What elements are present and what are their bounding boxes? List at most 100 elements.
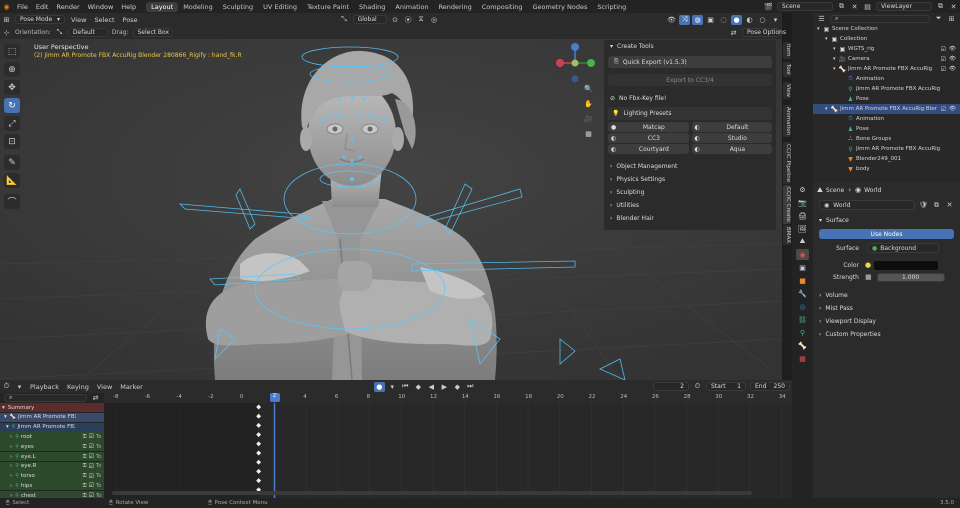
surface-shader-dropdown[interactable]: ● Background <box>867 243 939 253</box>
object-props-icon[interactable]: ■ <box>796 275 809 286</box>
menu-file[interactable]: File <box>13 3 32 11</box>
xray-toggle-icon[interactable]: ▣ <box>705 15 716 25</box>
viewport-menu-view[interactable]: View <box>67 16 90 24</box>
mode-selector[interactable]: Pose Mode ▾ <box>15 15 65 24</box>
view-layer-add-icon[interactable]: ⧉ <box>935 2 946 12</box>
tab-cc-create[interactable]: CC/iC Create <box>783 185 791 224</box>
disclosure-icon[interactable]: › <box>10 473 12 479</box>
scrollbar-thumb[interactable] <box>112 491 752 495</box>
play-icon[interactable]: ▶ <box>439 382 450 392</box>
outliner-row[interactable]: ⚲ Jimm AR Promote FBX AccuRig <box>813 144 960 154</box>
channel-checkbox[interactable]: ☑ <box>89 433 94 440</box>
timeline-editor-icon[interactable]: ⏱ <box>1 382 12 392</box>
menu-help[interactable]: Help <box>117 3 140 11</box>
exclude-checkbox[interactable]: ☑ <box>941 56 946 63</box>
workspace-tab-sculpting[interactable]: Sculpting <box>218 2 258 12</box>
tab-animation[interactable]: Animation <box>783 105 791 138</box>
lock-icon[interactable]: ⚿ <box>83 463 87 469</box>
color-swatch[interactable] <box>874 260 939 270</box>
shading-options-icon[interactable]: ▾ <box>770 15 781 25</box>
relax-pose-tool-icon[interactable]: ⌒ <box>4 194 20 209</box>
channel-search-input[interactable]: ⌕ <box>4 394 87 402</box>
menu-edit[interactable]: Edit <box>32 3 53 11</box>
transform-orientation-dropdown[interactable]: Global <box>352 15 387 24</box>
swap-icon[interactable]: ⇄ <box>90 393 101 403</box>
channel-row[interactable]: › ⚲ root ⚿ ☑ To <box>0 432 104 442</box>
jump-start-icon[interactable]: ⏮ <box>400 382 411 392</box>
timeline-area[interactable]: ⌕ ⇄ ▾Summary▾🦴Jimm AR Promote FBX AccuRi… <box>0 393 792 501</box>
orientation-icon[interactable]: ⤡ <box>339 15 350 25</box>
create-tools-header[interactable]: ▾ Create Tools <box>604 40 776 53</box>
preset-courtyard-button[interactable]: ◐ Courtyard <box>608 144 689 154</box>
duplicate-icon[interactable]: ⧉ <box>931 200 942 210</box>
overlay-toggle-icon[interactable]: ◍ <box>692 14 703 25</box>
playhead-frame-label[interactable]: 2 <box>269 393 280 402</box>
constraints-props-icon[interactable]: ⛓ <box>796 314 809 325</box>
visibility-eye-icon[interactable]: 👁 <box>949 66 956 72</box>
strength-field[interactable]: 1.000 <box>876 272 945 282</box>
workspace-tab-layout[interactable]: Layout <box>146 1 179 12</box>
pan-hand-icon[interactable]: ✋ <box>583 99 594 109</box>
end-frame-field[interactable]: End 250 <box>750 382 790 391</box>
data-props-icon[interactable]: ⚲ <box>796 327 809 338</box>
outliner-row[interactable]: ▼ body <box>813 164 960 174</box>
view-layer-selector[interactable]: ViewLayer <box>876 2 932 11</box>
section-object-management[interactable]: › Object Management <box>604 160 776 173</box>
section-sculpting[interactable]: › Sculpting <box>604 186 776 199</box>
active-tool-icon[interactable]: ⊹ <box>1 28 12 38</box>
outliner-row[interactable]: ▾ ▣ Scene Collection <box>813 24 960 34</box>
lock-icon[interactable]: ⚿ <box>83 473 87 479</box>
disclosure-icon[interactable]: ▾ <box>6 424 9 430</box>
preset-cc3-button[interactable]: ◐ CC3 <box>608 133 689 143</box>
outliner-row[interactable]: ♟ Pose <box>813 124 960 134</box>
cursor-tool-icon[interactable]: ⊕ <box>4 62 20 77</box>
section-volume[interactable]: › Volume <box>813 289 960 302</box>
section-mist-pass[interactable]: › Mist Pass <box>813 302 960 315</box>
tab-view[interactable]: View <box>783 82 791 100</box>
outliner-row[interactable]: ▾ ▣ Collection <box>813 34 960 44</box>
preset-matcap-button[interactable]: ● Matcap <box>608 122 689 132</box>
channel-row[interactable]: ▾⚲Jimm AR Promote FBX AccuRig <box>0 422 104 432</box>
outliner-row[interactable]: ⛬ Bone Groups <box>813 134 960 144</box>
shading-solid-icon[interactable]: ● <box>731 14 742 25</box>
tab-item[interactable]: Item <box>783 42 791 59</box>
preset-default-button[interactable]: ◐ Default <box>691 122 772 132</box>
rotate-tool-icon[interactable]: ↻ <box>4 98 20 113</box>
world-name-field[interactable]: ◉ World <box>819 200 915 210</box>
scale-tool-icon[interactable]: ⤢ <box>4 116 20 131</box>
timeline-menu-marker[interactable]: Marker <box>116 383 146 391</box>
channel-row[interactable]: ▾🦴Jimm AR Promote FBX AccuRig B <box>0 412 104 422</box>
blender-logo-icon[interactable]: ◉ <box>1 2 12 12</box>
visibility-eye-icon[interactable]: 👁 <box>949 56 956 62</box>
menu-render[interactable]: Render <box>52 3 83 11</box>
export-cc-button[interactable]: Export to CC3/4 <box>608 74 772 86</box>
scene-selector-icon[interactable]: 🎬 <box>763 2 774 12</box>
tab-tool[interactable]: Tool <box>783 62 791 77</box>
annotate-tool-icon[interactable]: ✎ <box>4 155 20 170</box>
channel-row[interactable]: › ⚲ torso ⚿ ☑ To <box>0 471 104 481</box>
physics-props-icon[interactable]: ◎ <box>796 301 809 312</box>
render-props-icon[interactable]: 📷 <box>796 197 809 208</box>
drag-dropdown[interactable]: Select Box <box>132 28 173 37</box>
disclosure-icon[interactable]: › <box>10 463 12 469</box>
outliner-row[interactable]: ⚲ Jimm AR Promote FBX AccuRig <box>813 84 960 94</box>
disclosure-icon[interactable]: ▾ <box>2 405 5 411</box>
pose-options-dropdown[interactable]: Pose Options <box>742 28 786 37</box>
channel-row[interactable]: › ⚲ eye.R ⚿ ☑ To <box>0 461 104 471</box>
outliner-search-input[interactable]: ⌕ <box>830 14 930 23</box>
visibility-eye-icon[interactable]: 👁 <box>949 106 956 112</box>
measure-tool-icon[interactable]: 📐 <box>4 173 20 188</box>
sync-icon[interactable]: ⇄ <box>728 28 739 38</box>
select-box-tool-icon[interactable]: ⬚ <box>4 44 20 59</box>
channel-checkbox[interactable]: ☑ <box>89 453 94 460</box>
preview-range-icon[interactable]: ⏲ <box>692 382 703 392</box>
exclude-checkbox[interactable]: ☑ <box>941 66 946 73</box>
lock-icon[interactable]: ⚿ <box>83 434 87 440</box>
section-utilities[interactable]: › Utilities <box>604 199 776 212</box>
start-frame-field[interactable]: Start 1 <box>706 382 746 391</box>
preset-studio-button[interactable]: ◐ Studio <box>691 133 772 143</box>
lighting-presets-header[interactable]: 💡 Lighting Presets <box>608 107 772 120</box>
shading-material-icon[interactable]: ◐ <box>744 15 755 25</box>
pivot-icon[interactable]: ⊙ <box>390 15 401 25</box>
workspace-tab-geometry-nodes[interactable]: Geometry Nodes <box>528 2 593 12</box>
